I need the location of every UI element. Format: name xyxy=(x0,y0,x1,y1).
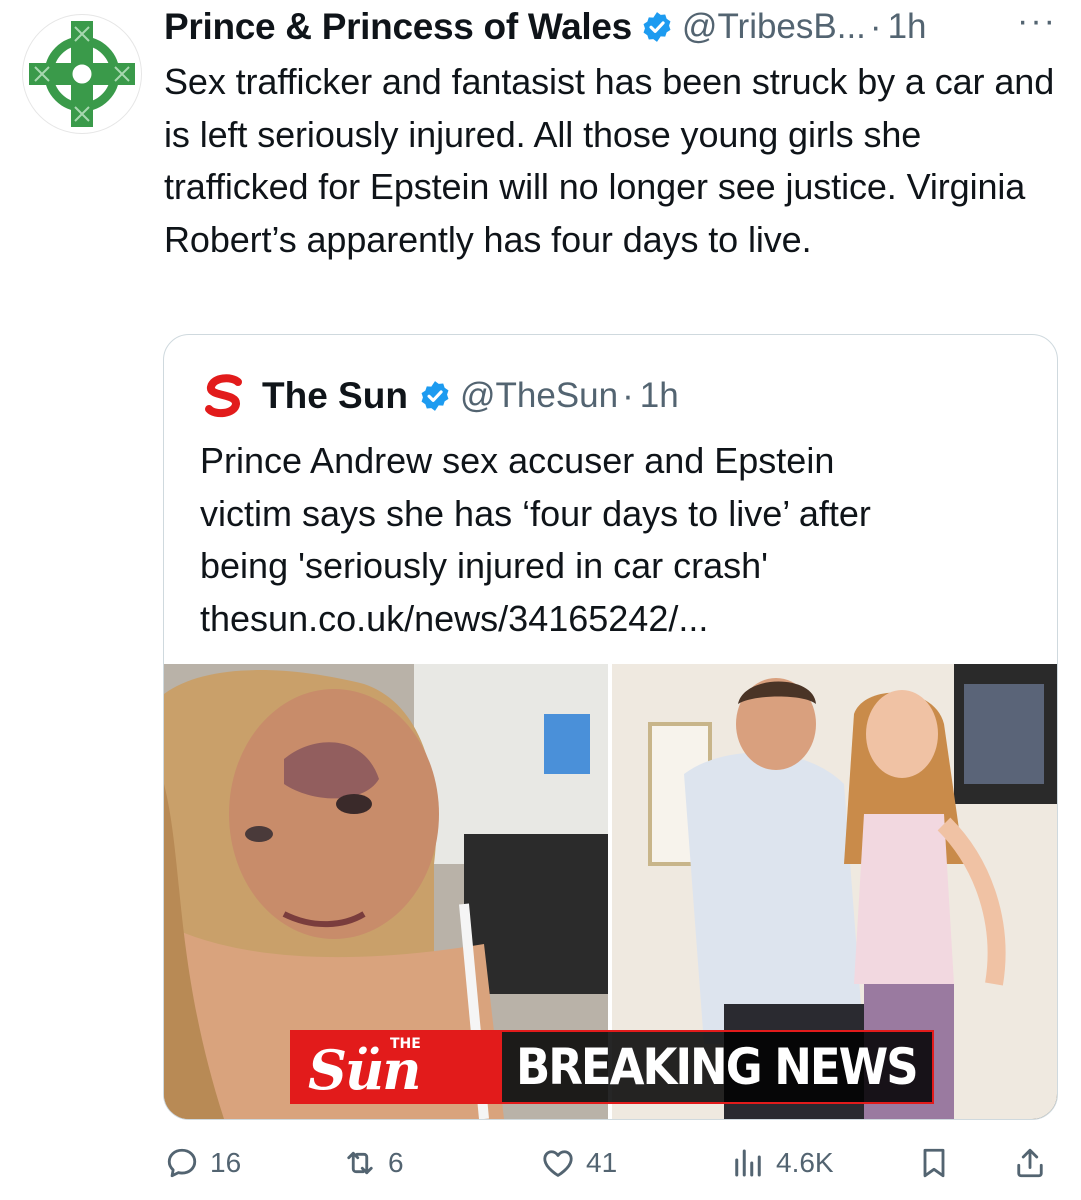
repost-button[interactable]: 6 xyxy=(342,1138,404,1188)
breaking-news-banner: THE Sün BREAKING NEWS xyxy=(290,1030,934,1104)
the-sun-logo-icon[interactable] xyxy=(200,371,250,421)
views-button[interactable]: 4.6K xyxy=(730,1138,834,1188)
author-handle[interactable]: @TribesB... xyxy=(682,7,866,47)
views-icon xyxy=(735,1149,761,1177)
verified-badge-icon xyxy=(421,381,449,411)
heart-icon xyxy=(543,1150,573,1177)
separator-dot: · xyxy=(869,7,882,46)
quoted-tweet-header: The Sun @TheSun · 1h xyxy=(200,371,679,421)
quoted-author-name[interactable]: The Sun xyxy=(262,375,408,417)
author-avatar[interactable] xyxy=(22,14,142,134)
quoted-link[interactable]: thesun.co.uk/news/34165242/... xyxy=(200,593,1040,646)
quoted-tweet-time[interactable]: 1h xyxy=(640,376,679,416)
verified-badge-icon xyxy=(643,12,671,42)
reply-count: 16 xyxy=(210,1147,242,1178)
quoted-tweet[interactable]: The Sun @TheSun · 1h Prince Andrew sex a… xyxy=(163,334,1058,1120)
the-sun-banner-logo: THE Sün xyxy=(292,1032,502,1102)
like-count: 41 xyxy=(586,1147,618,1178)
quoted-text-line: victim says she has ‘four days to live’ … xyxy=(200,492,871,534)
separator-dot: · xyxy=(622,376,634,415)
author-name[interactable]: Prince & Princess of Wales xyxy=(164,6,632,48)
more-options-icon[interactable]: ··· xyxy=(1017,2,1057,41)
quoted-media-image[interactable]: THE Sün BREAKING NEWS xyxy=(164,664,1057,1119)
bookmark-button[interactable] xyxy=(916,1138,952,1188)
banner-logo-sun: Sün xyxy=(308,1038,422,1102)
celtic-cross-icon xyxy=(29,21,135,127)
repost-icon xyxy=(347,1151,373,1175)
tweet-text: Sex trafficker and fantasist has been st… xyxy=(164,61,1055,260)
tweet-header: Prince & Princess of Wales @TribesB... ·… xyxy=(164,4,1064,50)
reply-button[interactable]: 16 xyxy=(164,1138,241,1188)
quoted-text-line: being 'seriously injured in car crash' xyxy=(200,545,769,586)
views-count: 4.6K xyxy=(776,1147,834,1178)
share-icon xyxy=(1017,1148,1043,1178)
quoted-text-line: Prince Andrew sex accuser and Epstein xyxy=(200,440,835,481)
bookmark-icon xyxy=(923,1148,945,1178)
quoted-tweet-text: Prince Andrew sex accuser and Epstein vi… xyxy=(200,435,1040,645)
quoted-author-handle[interactable]: @TheSun xyxy=(460,376,618,416)
like-button[interactable]: 41 xyxy=(540,1138,617,1188)
reply-icon xyxy=(167,1148,197,1178)
tweet-action-bar: 16 6 41 4.6K xyxy=(164,1138,1064,1188)
tweet-time[interactable]: 1h xyxy=(888,7,927,47)
banner-breaking-news-text: BREAKING NEWS xyxy=(502,1032,932,1102)
share-button[interactable] xyxy=(1012,1138,1048,1188)
repost-count: 6 xyxy=(388,1147,404,1178)
